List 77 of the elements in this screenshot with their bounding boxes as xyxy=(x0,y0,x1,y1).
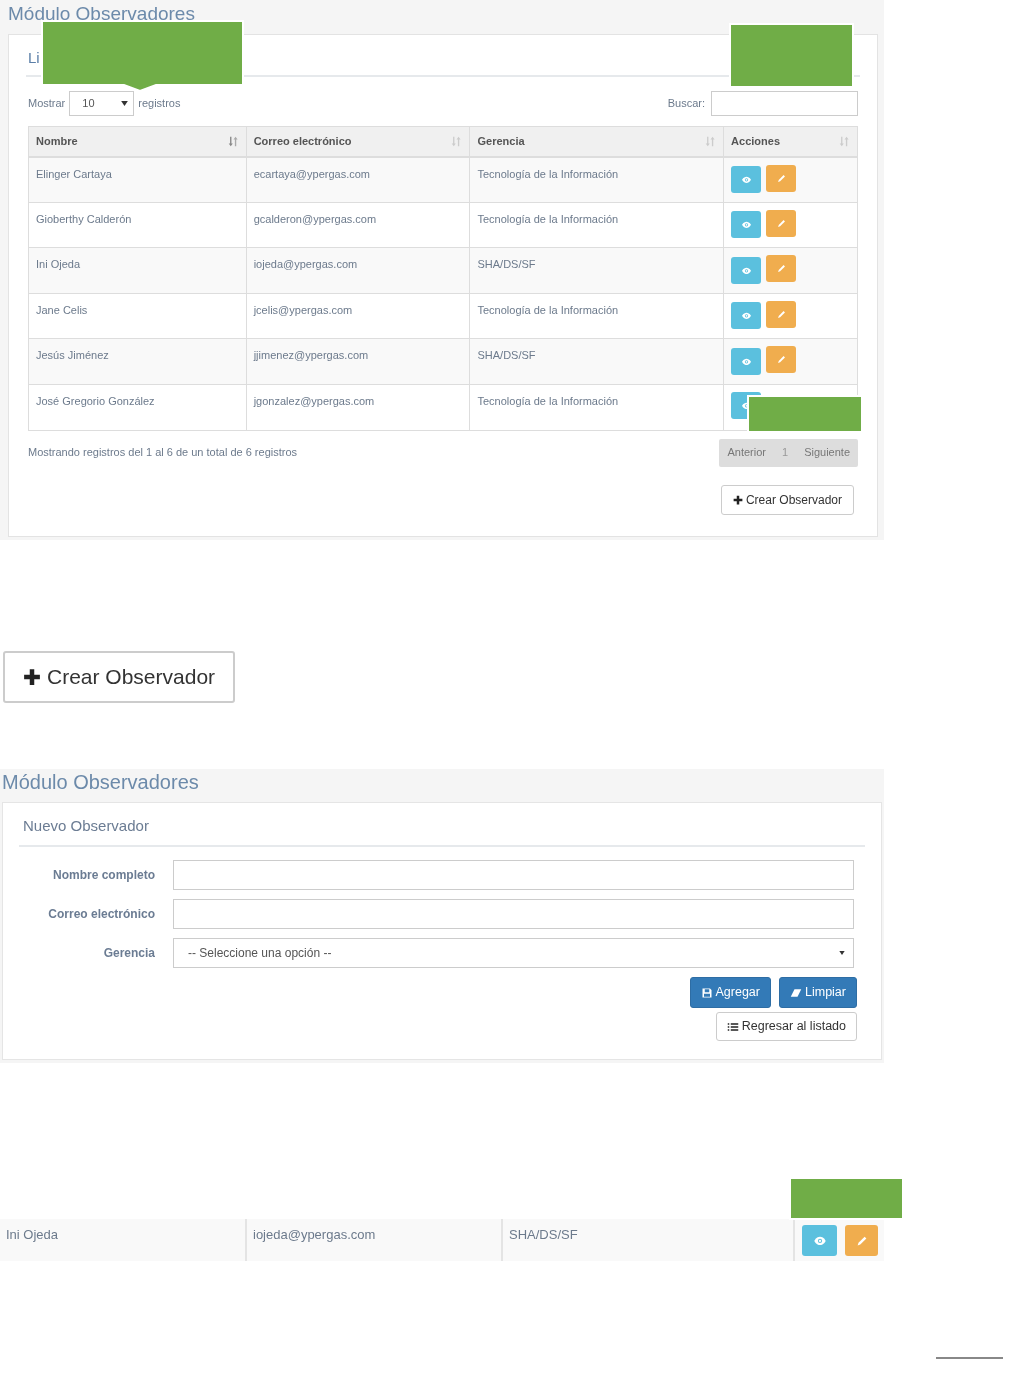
search-field[interactable] xyxy=(711,91,858,116)
select-field[interactable]: -- Seleccione una opción -- xyxy=(173,938,854,968)
column-header[interactable]: Gerencia xyxy=(477,133,525,150)
eye-icon xyxy=(740,220,752,229)
search-label: Buscar: xyxy=(667,96,705,112)
table-cell: jcelis@ypergas.com xyxy=(253,303,353,316)
table-cell: Gioberthy Calderón xyxy=(36,212,132,225)
save-button[interactable]: Agregar xyxy=(689,977,771,1008)
clear-button[interactable]: Limpiar xyxy=(779,977,857,1008)
pencil-icon xyxy=(775,263,787,275)
list-icon xyxy=(726,1020,739,1033)
back-to-list-button[interactable]: Regresar al listado xyxy=(715,1012,857,1041)
length-label: Mostrar xyxy=(28,96,66,112)
edit-button[interactable] xyxy=(766,255,797,283)
table-cell: Ini Ojeda xyxy=(36,258,81,271)
table-cell: iojeda@ypergas.com xyxy=(253,258,358,271)
table-cell: Ini Ojeda xyxy=(6,1227,59,1242)
pencil-icon xyxy=(775,217,787,229)
table-cell: Jesús Jiménez xyxy=(36,349,109,362)
table-cell: Jane Celis xyxy=(36,303,88,316)
field-label: Nombre completo xyxy=(52,867,155,884)
eye-icon xyxy=(740,266,752,275)
pencil-icon xyxy=(775,172,787,184)
pagination-link[interactable]: Siguiente xyxy=(796,444,858,461)
field-label: Correo electrónico xyxy=(47,906,155,923)
table-cell: SHA/DS/SF xyxy=(477,349,536,362)
table-cell: Tecnología de la Información xyxy=(477,167,619,180)
view-button[interactable] xyxy=(802,1225,837,1256)
plus-icon xyxy=(23,668,41,686)
view-button[interactable] xyxy=(731,211,762,239)
table-info: Mostrando registros del 1 al 6 de un total de 6 registros xyxy=(28,445,298,461)
eye-icon xyxy=(740,312,752,320)
edit-button[interactable] xyxy=(766,346,797,374)
table-cell: jjimenez@ypergas.com xyxy=(253,349,369,362)
edit-button[interactable] xyxy=(766,164,797,192)
pagination-link[interactable]: Anterior xyxy=(719,444,774,461)
column-header[interactable]: Nombre xyxy=(36,133,78,150)
field-label: Gerencia xyxy=(102,945,155,962)
panel-title: Nuevo Observador xyxy=(23,815,149,836)
plus-icon xyxy=(732,494,743,505)
pencil-icon xyxy=(775,354,787,366)
page-title: Módulo Observadores xyxy=(2,772,199,792)
table-cell: SHA/DS/SF xyxy=(509,1227,578,1242)
table-cell: José Gregorio González xyxy=(36,394,155,407)
column-header[interactable]: Acciones xyxy=(731,133,780,150)
input-field[interactable] xyxy=(173,899,854,929)
pencil-icon xyxy=(775,308,787,320)
view-button[interactable] xyxy=(731,348,762,376)
view-button[interactable] xyxy=(731,302,762,330)
edit-button[interactable] xyxy=(766,300,797,328)
view-button[interactable] xyxy=(731,166,762,194)
table-cell: Tecnología de la Información xyxy=(477,303,619,316)
panel-title: Li xyxy=(28,47,40,68)
table-cell: SHA/DS/SF xyxy=(477,258,536,271)
table-cell: Elinger Cartaya xyxy=(36,167,112,180)
create-observer-button[interactable]: Crear Observador xyxy=(720,484,854,515)
length-label: registros xyxy=(138,96,181,112)
eye-icon xyxy=(740,357,752,366)
table-cell: Tecnología de la Información xyxy=(477,212,619,225)
create-observer-button[interactable]: Crear Observador xyxy=(3,651,236,703)
page-length-select[interactable]: 10 xyxy=(69,91,135,116)
caret-icon xyxy=(121,101,129,106)
table-cell: Tecnología de la Información xyxy=(477,394,619,407)
caret-icon xyxy=(839,951,845,955)
view-button[interactable] xyxy=(731,256,762,284)
floppy-icon xyxy=(700,986,713,999)
table-cell: gcalderon@ypergas.com xyxy=(253,212,377,225)
eye-icon xyxy=(812,1235,827,1246)
table-cell: ecartaya@ypergas.com xyxy=(253,167,370,180)
eraser-icon xyxy=(790,986,802,999)
table-cell: iojeda@ypergas.com xyxy=(253,1227,376,1242)
eye-icon xyxy=(740,175,752,184)
edit-button[interactable] xyxy=(766,209,797,237)
edit-button[interactable] xyxy=(845,1225,878,1256)
input-field[interactable] xyxy=(173,860,854,890)
page-title: Módulo Observadores xyxy=(8,4,195,23)
table-cell: jgonzalez@ypergas.com xyxy=(253,394,375,407)
